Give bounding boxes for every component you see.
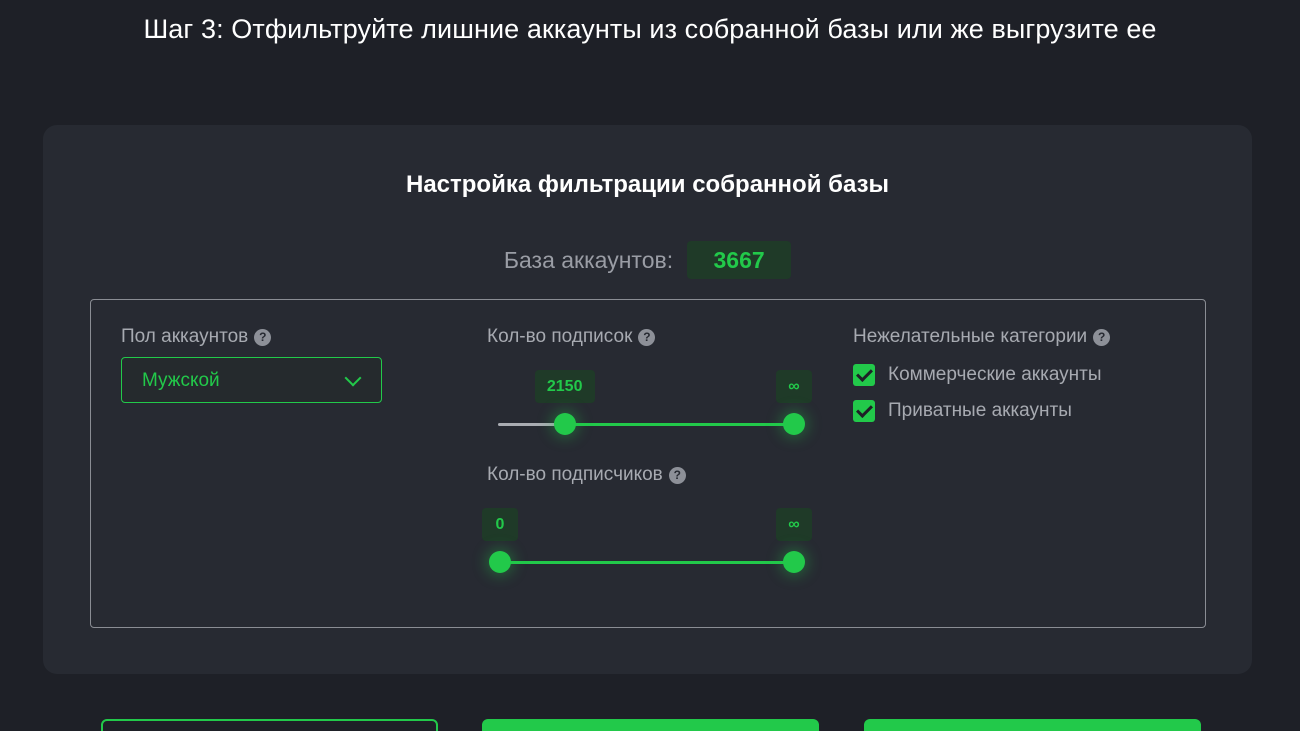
category-private-label: Приватные аккаунты [888,400,1072,421]
subscriptions-label: Кол-во подписок [487,326,633,347]
question-circle-icon[interactable]: ? [254,328,272,346]
step-title: Шаг 3: Отфильтруйте лишние аккаунты из с… [143,14,1157,44]
followers-min-badge: 0 [482,508,518,541]
followers-max-badge: ∞ [776,508,812,541]
question-circle-icon[interactable]: ? [638,328,656,346]
followers-label-row: Кол-во подписчиков ? [487,464,686,486]
gender-select[interactable]: Мужской [121,357,382,403]
subscriptions-max-handle[interactable] [783,413,805,435]
base-count-value: 3667 [687,241,792,279]
base-count-row: База аккаунтов: 3667 [43,241,1252,279]
export-button[interactable] [864,719,1201,731]
category-private-row[interactable]: Приватные аккаунты [853,400,1072,422]
category-commercial-row[interactable]: Коммерческие аккаунты [853,364,1102,386]
checkmark-icon[interactable] [853,400,875,422]
question-circle-icon[interactable]: ? [668,466,686,484]
subscriptions-label-row: Кол-во подписок ? [487,326,656,348]
filter-card: Настройка фильтрации собранной базы База… [43,125,1252,674]
gender-label-row: Пол аккаунтов ? [121,326,272,348]
card-title: Настройка фильтрации собранной базы [405,171,890,198]
category-commercial-label: Коммерческие аккаунты [888,364,1102,385]
followers-label: Кол-во подписчиков [487,464,663,485]
followers-min-handle[interactable] [489,551,511,573]
followers-track-active [500,561,794,564]
page: Шаг 3: Отфильтруйте лишние аккаунты из с… [0,0,1300,731]
gender-select-value: Мужской [142,370,220,391]
subscriptions-track-active [564,423,794,426]
filter-button[interactable] [482,719,819,731]
subscriptions-min-handle[interactable] [553,413,576,435]
base-count-label: База аккаунтов: [503,246,674,273]
followers-max-handle[interactable] [783,551,805,573]
subscriptions-max-badge: ∞ [776,370,812,403]
filter-panel: Пол аккаунтов ? Мужской Кол-во подписок … [90,299,1206,628]
gender-label: Пол аккаунтов [121,326,249,347]
back-button[interactable] [101,719,438,731]
categories-label: Нежелательные категории [853,326,1088,347]
checkmark-icon[interactable] [853,364,875,386]
question-circle-icon[interactable]: ? [1093,328,1111,346]
chevron-down-icon [344,369,362,387]
categories-label-row: Нежелательные категории ? [853,326,1111,348]
subscriptions-min-badge: 2150 [534,370,595,403]
